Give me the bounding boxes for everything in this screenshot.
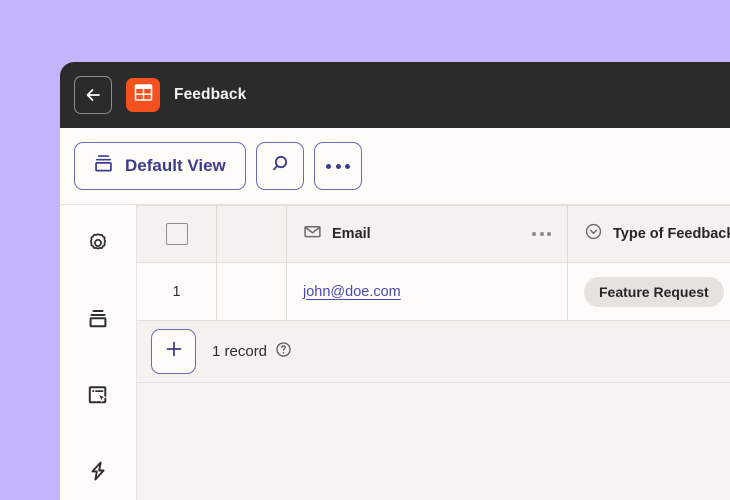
grid-header-row: Email Type of Feedback [137,205,730,263]
titlebar: Feedback [60,62,730,128]
envelope-icon [303,222,322,246]
content-area: Email Type of Feedback 1 john@doe.com Fe… [137,205,730,500]
search-icon [269,153,291,180]
expand-column-header [217,206,287,262]
cell-email[interactable]: john@doe.com [287,263,568,320]
arrow-left-icon [83,85,103,105]
toolbar: Default View [60,128,730,205]
body-area: Email Type of Feedback 1 john@doe.com Fe… [60,205,730,500]
app-icon[interactable] [126,78,160,112]
interface-cursor-icon [86,383,110,412]
back-button[interactable] [74,76,112,114]
search-button[interactable] [256,142,304,190]
status-badge[interactable]: Feature Request [584,276,724,307]
sidebar-item-automations[interactable] [79,457,117,489]
add-record-button[interactable] [151,329,196,374]
stacked-views-icon [86,307,110,336]
table-grid-icon [133,82,154,108]
select-all-cell [137,206,217,262]
column-header-email[interactable]: Email [287,206,568,262]
plus-icon [163,338,185,365]
sidebar-item-interfaces[interactable] [79,381,117,413]
row-number: 1 [172,283,181,300]
help-circle-icon[interactable] [275,341,292,363]
email-link[interactable]: john@doe.com [303,284,401,300]
chevron-down-circle-icon [584,222,603,246]
empty-grid-area [137,383,730,500]
row-number-cell: 1 [137,263,217,320]
column-header-type-of-feedback[interactable]: Type of Feedback [568,206,730,262]
cell-type-of-feedback[interactable]: Feature Request [568,263,730,320]
table-row[interactable]: 1 john@doe.com Feature Request [137,263,730,321]
select-all-checkbox[interactable] [165,223,188,245]
record-count: 1 record [212,341,292,363]
records-grid: Email Type of Feedback 1 john@doe.com Fe… [137,205,730,321]
default-view-button[interactable]: Default View [74,142,246,190]
lightning-bolt-icon [86,459,110,488]
column-menu-email-icon[interactable] [532,232,551,236]
sidebar-item-views[interactable] [79,305,117,337]
gear-icon [86,231,110,260]
record-count-label: 1 record [212,343,268,360]
more-options-button[interactable] [314,142,362,190]
grid-footer: 1 record [137,321,730,383]
stacked-views-icon [93,153,114,179]
row-expand-cell[interactable] [217,263,287,320]
column-header-email-label: Email [332,226,371,242]
app-window: Feedback Default View Email Type of Feed… [60,62,730,500]
app-title: Feedback [174,86,247,103]
sidebar-item-settings[interactable] [79,229,117,261]
column-header-type-label: Type of Feedback [613,226,730,242]
default-view-button-label: Default View [125,156,226,175]
more-horizontal-icon [326,163,350,169]
sidebar [60,205,137,500]
